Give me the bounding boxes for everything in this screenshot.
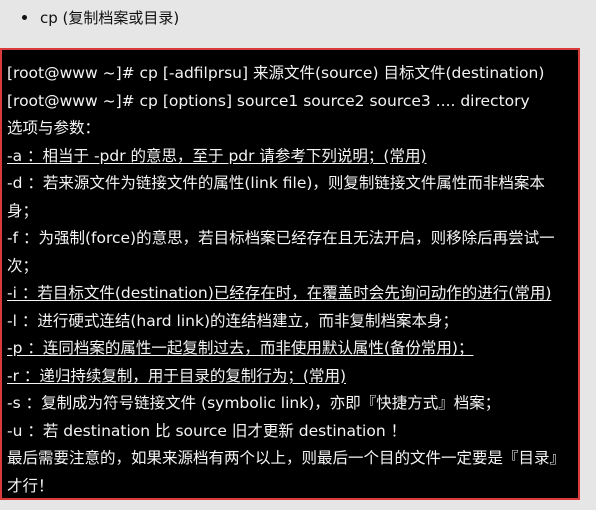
closing-note-line: 最后需要注意的，如果来源档有两个以上，则最后一个目的文件一定要是『目录』才行！ <box>7 449 566 495</box>
option-u-line: -u ：若 destination 比 source 旧才更新 destinat… <box>7 421 407 440</box>
bullet-dot-icon <box>22 14 27 20</box>
option-f-line: -f ：为强制(force)的意思，若目标档案已经存在且无法开启，则移除后再尝试… <box>7 229 555 275</box>
option-p-line: -p ：连同档案的属性一起复制过去，而非使用默认属性(备份常用)； <box>7 339 474 357</box>
option-i-line: -i ：若目标文件(destination)已经存在时，在覆盖时会先询问动作的进… <box>7 284 552 302</box>
option-s-line: -s ：复制成为符号链接文件 (symbolic link)，亦即『快捷方式』档… <box>7 394 501 412</box>
bullet-item: cp (复制档案或目录) <box>22 3 179 31</box>
options-heading: 选项与参数： <box>7 119 101 137</box>
terminal-code-block: [root@www ~]# cp [-adfilprsu] 来源文件(sourc… <box>0 48 580 500</box>
bullet-item-text: cp (复制档案或目录) <box>40 8 180 27</box>
option-l-line: -l ：进行硬式连结(hard link)的连结档建立，而非复制档案本身； <box>7 311 459 330</box>
page: cp (复制档案或目录) [root@www ~]# cp [-adfilprs… <box>0 0 596 510</box>
command-syntax-line-1: [root@www ~]# cp [-adfilprsu] 来源文件(sourc… <box>7 64 545 82</box>
command-syntax-line-2: [root@www ~]# cp [options] source1 sourc… <box>7 91 530 110</box>
option-a-line: -a ：相当于 -pdr 的意思，至于 pdr 请参考下列说明；(常用) <box>7 146 427 165</box>
option-d-line: -d ：若来源文件为链接文件的属性(link file)，则复制链接文件属性而非… <box>7 174 545 220</box>
option-r-line: -r ：递归持续复制，用于目录的复制行为；(常用) <box>7 366 346 385</box>
